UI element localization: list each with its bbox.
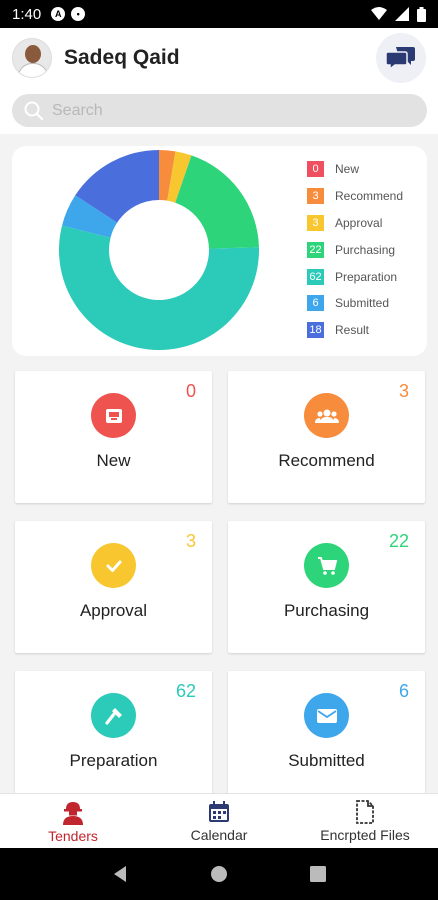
file-icon: [356, 799, 374, 824]
status-bar: 1:40 A •: [0, 0, 438, 28]
calendar-icon: [209, 800, 229, 822]
wifi-icon: [371, 7, 387, 20]
tile-count: 3: [398, 381, 409, 401]
home-icon[interactable]: [210, 865, 228, 883]
nav-calendar[interactable]: Calendar: [146, 794, 292, 848]
tile-preparation[interactable]: 62 Preparation: [15, 671, 212, 803]
tile-label: Recommend: [278, 451, 375, 470]
legend-label: New: [335, 162, 360, 177]
legend-label: Approval: [335, 215, 383, 230]
notification-chat-icon: •: [71, 7, 86, 21]
back-icon[interactable]: [111, 865, 129, 883]
legend-count: 22: [307, 241, 324, 258]
battery-icon: [417, 6, 426, 22]
search-input[interactable]: [52, 101, 392, 120]
nav-calendar-label: Calendar: [190, 826, 248, 843]
avatar[interactable]: [12, 38, 52, 78]
tile-label: Purchasing: [283, 601, 370, 620]
inbox-icon: [91, 393, 136, 438]
nav-files-label: Encrpted Files: [320, 826, 410, 843]
donut-chart: [59, 150, 259, 350]
legend-item-approval: 3 Approval: [307, 210, 403, 237]
legend-label: Submitted: [335, 296, 390, 311]
tile-label: Preparation: [69, 751, 158, 770]
legend-count: 62: [307, 268, 324, 285]
group-icon: [304, 393, 349, 438]
legend-item-result: 18 Result: [307, 317, 403, 344]
nav-tenders[interactable]: Tenders: [0, 794, 146, 848]
system-navigation: [0, 848, 438, 900]
chat-button[interactable]: [376, 33, 426, 83]
nav-tenders-label: Tenders: [48, 827, 98, 844]
tile-count: 6: [398, 681, 409, 701]
status-time: 1:40: [12, 5, 42, 23]
legend-count: 18: [307, 322, 324, 339]
legend-item-submitted: 6 Submitted: [307, 290, 403, 317]
hammer-icon: [91, 693, 136, 738]
legend-label: Result: [335, 323, 370, 338]
search-field[interactable]: [12, 94, 427, 127]
legend-item-purchasing: 22 Purchasing: [307, 236, 403, 263]
tile-count: 3: [185, 531, 196, 551]
bottom-navigation: Tenders Calendar Encrpted Files: [0, 793, 438, 848]
donut-slice-purchasing: [175, 155, 259, 249]
user-name: Sadeq Qaid: [64, 46, 180, 69]
legend-item-recommend: 3 Recommend: [307, 183, 403, 210]
tile-recommend[interactable]: 3 Recommend: [228, 371, 425, 503]
legend-count: 3: [307, 214, 324, 231]
check-icon: [91, 543, 136, 588]
search-bar: [0, 88, 438, 134]
search-icon: [24, 101, 44, 120]
tile-count: 62: [175, 681, 196, 701]
notification-a-icon: A: [51, 7, 66, 21]
cart-icon: [304, 543, 349, 588]
mail-icon: [304, 693, 349, 738]
tile-count: 0: [185, 381, 196, 401]
nav-encrypted-files[interactable]: Encrpted Files: [292, 794, 438, 848]
tile-label: New: [96, 451, 131, 470]
signal-icon: [395, 7, 409, 21]
legend-label: Recommend: [335, 189, 404, 204]
legend-label: Purchasing: [335, 242, 396, 257]
legend-count: 6: [307, 295, 324, 312]
chat-icon: [386, 47, 415, 71]
chart-legend: 0 New 3 Recommend 3 Approval 22 Purchasing 62 Pre…: [307, 156, 403, 344]
legend-count: 0: [307, 161, 324, 178]
legend-item-preparation: 62 Preparation: [307, 263, 403, 290]
app-header: Sadeq Qaid: [0, 28, 438, 88]
tile-label: Submitted: [288, 751, 365, 770]
legend-item-new: 0 New: [307, 156, 403, 183]
legend-label: Preparation: [335, 269, 398, 284]
tile-purchasing[interactable]: 22 Purchasing: [228, 521, 425, 653]
recents-icon[interactable]: [309, 865, 327, 883]
tile-count: 22: [388, 531, 409, 551]
legend-count: 3: [307, 188, 324, 205]
tile-approval[interactable]: 3 Approval: [15, 521, 212, 653]
tile-label: Approval: [79, 601, 148, 620]
status-chart-card: 0 New 3 Recommend 3 Approval 22 Purchasing 62 Pre…: [12, 146, 427, 356]
worker-icon: [63, 801, 83, 825]
tile-submitted[interactable]: 6 Submitted: [228, 671, 425, 803]
tile-new[interactable]: 0 New: [15, 371, 212, 503]
